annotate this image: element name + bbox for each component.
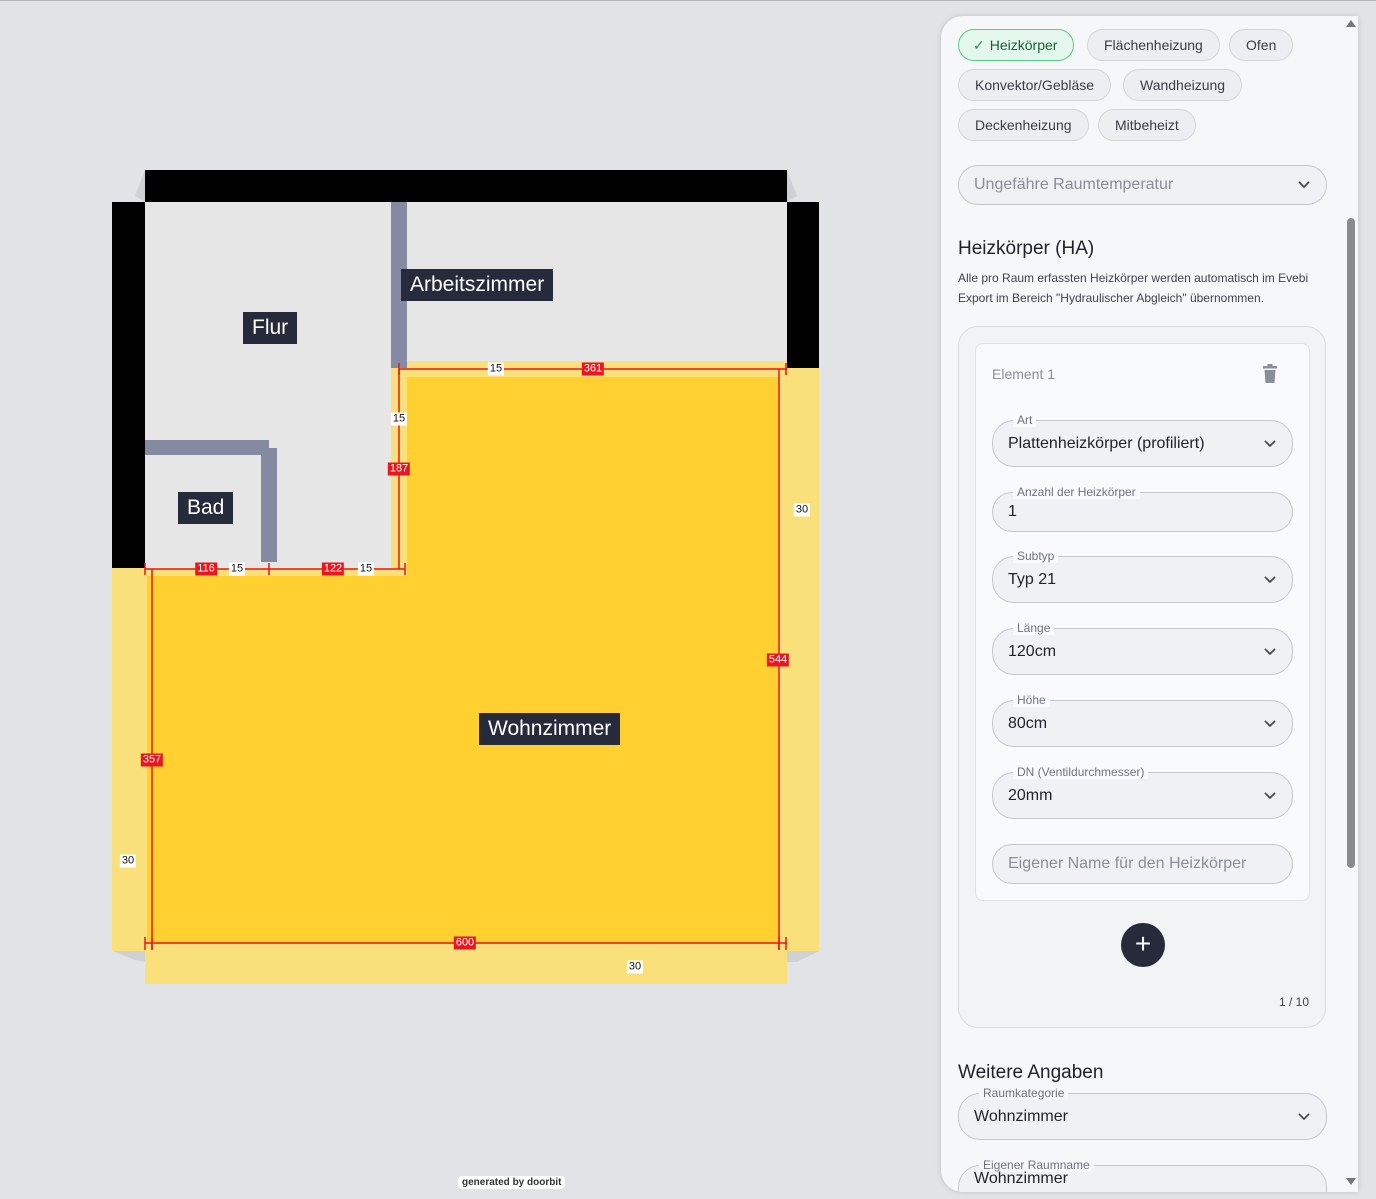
dimension-label: 544	[766, 653, 790, 667]
check-icon: ✓	[973, 37, 985, 53]
chip-heizkoerper[interactable]: ✓ Heizkörper	[958, 29, 1075, 61]
inner-wall-bad-right	[261, 448, 277, 562]
chevron-down-icon	[1264, 791, 1276, 799]
room-label-flur[interactable]: Flur	[243, 312, 298, 344]
subtyp-value: Typ 21	[1008, 570, 1057, 588]
hoehe-value: 80cm	[1008, 714, 1048, 732]
chip-wandheizung[interactable]: Wandheizung	[1123, 69, 1243, 101]
hoehe-select[interactable]: Höhe 80cm	[992, 693, 1293, 747]
chip-mitbeheizt[interactable]: Mitbeheizt	[1098, 109, 1196, 141]
dimension-label: 116	[195, 562, 217, 576]
chevron-down-icon	[1264, 575, 1276, 583]
laenge-value: 120cm	[1008, 642, 1057, 660]
floor-plan-canvas[interactable]: Flur Arbeitszimmer Bad Wohnzimmer 361 18…	[0, 0, 930, 1199]
raumname-value: Wohnzimmer	[974, 1170, 1068, 1187]
art-value: Plattenheizkörper (profiliert)	[1008, 434, 1205, 452]
dimension-label: 361	[581, 362, 605, 376]
chip-ofen[interactable]: Ofen	[1229, 29, 1294, 61]
room-temperature-placeholder: Ungefähre Raumtemperatur	[974, 176, 1174, 193]
chevron-down-icon	[1298, 181, 1310, 189]
dn-value: 20mm	[1008, 786, 1053, 804]
outer-wall-left	[112, 202, 145, 568]
dimension-label: 15	[390, 412, 408, 426]
raumname-input[interactable]: Eigener Raumname Wohnzimmer	[958, 1158, 1327, 1192]
subtyp-select[interactable]: Subtyp Typ 21	[992, 549, 1293, 603]
add-radiator-button[interactable]: +	[1121, 923, 1165, 967]
dimension-label: 30	[626, 960, 644, 974]
raumkategorie-value: Wohnzimmer	[974, 1107, 1068, 1125]
scroll-down-arrow-icon[interactable]	[1346, 1178, 1356, 1185]
raumkategorie-select[interactable]: Raumkategorie Wohnzimmer	[958, 1086, 1327, 1140]
ha-section-description: Alle pro Raum erfassten Heizkörper werde…	[958, 271, 1309, 305]
laenge-select[interactable]: Länge 120cm	[992, 621, 1293, 675]
dimension-label: 30	[793, 503, 811, 517]
trash-icon[interactable]	[1262, 364, 1278, 384]
heating-panel: ✓ Heizkörper Flächenheizung Ofen Konvekto…	[941, 16, 1358, 1192]
scroll-up-arrow-icon[interactable]	[1346, 20, 1356, 27]
chevron-down-icon	[1298, 1112, 1310, 1120]
scrollbar-thumb[interactable]	[1347, 218, 1355, 868]
dimension-label: 357	[140, 753, 164, 767]
room-label-wohnzimmer[interactable]: Wohnzimmer	[479, 713, 621, 745]
dimension-label: 30	[119, 854, 137, 868]
room-label-arbeitszimmer[interactable]: Arbeitszimmer	[401, 269, 554, 301]
anzahl-value: 1	[1008, 503, 1017, 520]
room-temperature-select[interactable]: Ungefähre Raumtemperatur	[958, 165, 1327, 205]
dimension-label: 15	[228, 562, 246, 576]
anzahl-label: Anzahl der Heizkörper	[1013, 485, 1140, 499]
outer-wall-right	[787, 202, 819, 368]
chevron-down-icon	[1264, 647, 1276, 655]
dn-select[interactable]: DN (Ventildurchmesser) 20mm	[992, 765, 1293, 819]
weitere-angaben-title: Weitere Angaben	[958, 1062, 1104, 1083]
chip-deckenheizung[interactable]: Deckenheizung	[958, 109, 1089, 141]
pagination-counter: 1 / 10	[1278, 995, 1309, 1009]
chip-konvektor[interactable]: Konvektor/Gebläse	[958, 69, 1112, 101]
dimension-label: 15	[487, 362, 505, 376]
inner-wall-bad-top	[145, 440, 269, 455]
dimension-label: 15	[357, 562, 375, 576]
floor-plan-drawing	[112, 170, 819, 984]
radiator-name-input[interactable]: Eigener Name für den Heizkörper	[992, 844, 1293, 884]
radiator-element-card: Element 1 Art Plattenheizkörper (profili…	[975, 343, 1310, 901]
radiator-list-card: Element 1 Art Plattenheizkörper (profili…	[958, 326, 1326, 1028]
generated-by-badge: generated by doorbit	[458, 1176, 566, 1189]
dimension-label: 187	[387, 462, 411, 476]
chevron-down-icon	[1264, 439, 1276, 447]
chip-flaechenheizung[interactable]: Flächenheizung	[1087, 29, 1220, 61]
chip-label: Heizkörper	[989, 37, 1058, 53]
dimension-label: 122	[321, 562, 345, 576]
art-select[interactable]: Art Plattenheizkörper (profiliert)	[992, 413, 1293, 467]
anzahl-input[interactable]: Anzahl der Heizkörper 1	[992, 485, 1293, 532]
element-title: Element 1	[992, 366, 1056, 382]
ha-section-title: Heizkörper (HA)	[958, 238, 1095, 259]
outer-wall-top	[145, 170, 787, 202]
dimension-label: 600	[453, 936, 477, 950]
chevron-down-icon	[1264, 719, 1276, 727]
radiator-name-placeholder: Eigener Name für den Heizkörper	[1008, 855, 1247, 872]
room-label-bad[interactable]: Bad	[178, 492, 234, 524]
